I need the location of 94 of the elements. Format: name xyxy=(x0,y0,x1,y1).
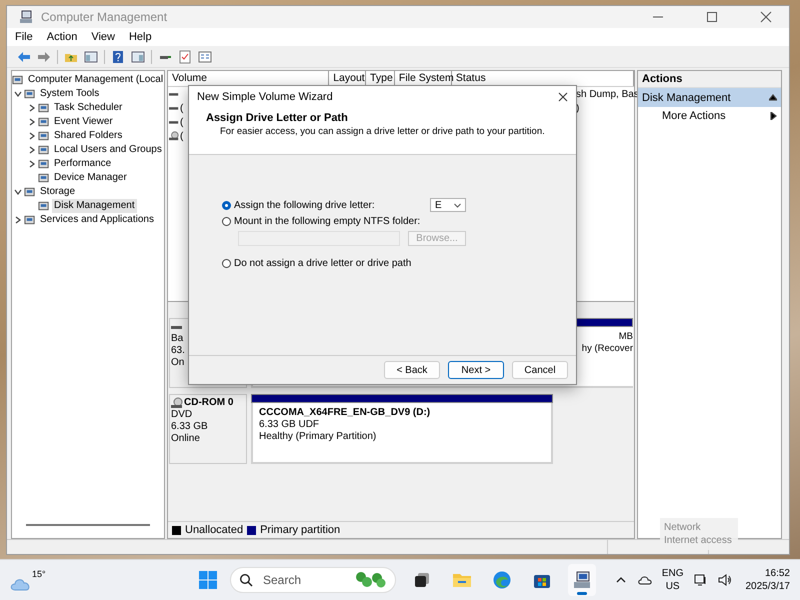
option-label[interactable]: Mount in the following empty NTFS folder: xyxy=(234,216,420,226)
actions-header: Actions xyxy=(638,71,781,88)
collapse-arrow-icon[interactable] xyxy=(769,94,777,102)
console-icon xyxy=(24,186,36,198)
action-item[interactable]: More Actions xyxy=(638,107,781,125)
panel-icon[interactable] xyxy=(84,50,98,64)
menu-item[interactable]: View xyxy=(91,31,115,43)
menu-item[interactable]: Help xyxy=(128,31,152,43)
temperature: 15° xyxy=(32,569,46,580)
chevron-right-icon[interactable] xyxy=(28,104,36,112)
tree-item[interactable]: Computer Management (Local xyxy=(26,73,166,87)
disk-name: CD-ROM 0 xyxy=(184,397,234,409)
taskbar-app[interactable] xyxy=(568,564,596,596)
submenu-arrow-icon[interactable] xyxy=(769,112,777,120)
chevron-right-icon[interactable] xyxy=(28,132,36,140)
console-icon xyxy=(38,130,50,142)
radio-button[interactable] xyxy=(222,216,231,226)
disk-detail: Online xyxy=(171,433,201,445)
console-icon xyxy=(38,172,50,184)
disk-detail: On xyxy=(171,357,186,369)
search-field[interactable]: Search xyxy=(230,567,396,594)
panel-icon[interactable] xyxy=(131,50,145,64)
console-icon xyxy=(38,200,50,212)
clover-icon xyxy=(353,570,387,590)
properties-icon[interactable] xyxy=(198,50,212,64)
console-icon xyxy=(12,74,24,86)
console-icon xyxy=(24,88,36,100)
checklist-icon[interactable] xyxy=(178,50,192,64)
windows-logo-icon[interactable] xyxy=(198,570,218,590)
radio-button[interactable] xyxy=(222,200,231,210)
close-icon[interactable] xyxy=(558,92,568,102)
disk-detail: Ba xyxy=(171,333,184,345)
tree-item[interactable]: Performance xyxy=(52,157,114,171)
dialog-heading: Assign Drive Letter or Path xyxy=(206,112,349,124)
network-tooltip: Network Internet access xyxy=(660,518,738,550)
back-arrow-icon[interactable] xyxy=(17,50,31,64)
help-icon[interactable] xyxy=(111,50,125,64)
network-icon[interactable] xyxy=(694,573,708,588)
browser-icon[interactable] xyxy=(492,570,512,590)
tree-item[interactable]: Storage xyxy=(38,185,78,199)
legend-label: Unallocated xyxy=(185,524,244,536)
clock[interactable]: 16:52 2025/3/17 xyxy=(746,567,790,594)
console-icon xyxy=(38,116,50,128)
disk-detail: 6.33 GB xyxy=(171,421,209,433)
disc-drive-icon xyxy=(169,131,179,141)
console-icon xyxy=(38,158,50,170)
tree-item[interactable]: Local Users and Groups xyxy=(52,143,164,157)
chevron-right-icon[interactable] xyxy=(28,146,36,154)
search-input[interactable]: Search xyxy=(261,572,345,588)
drive-letter-dropdown[interactable]: E xyxy=(430,198,466,212)
dialog-title: New Simple Volume Wizard xyxy=(197,91,333,103)
partition-box[interactable]: CCCOMA_X64FRE_EN-GB_DV9 (D:) 6.33 GB UDF Healthy (Primary Partition) xyxy=(251,403,553,464)
search-icon xyxy=(239,573,253,588)
tree-item[interactable]: System Tools xyxy=(38,87,102,101)
table-cell: ( xyxy=(180,102,184,114)
option-label[interactable]: Do not assign a drive letter or drive path xyxy=(234,258,412,268)
legend-label: Primary partition xyxy=(260,524,340,536)
console-icon xyxy=(24,214,36,226)
tree-item[interactable]: Task Scheduler xyxy=(52,101,124,115)
actions-section[interactable]: Disk Management xyxy=(638,88,781,107)
menu-item[interactable]: File xyxy=(15,31,33,43)
chevron-down-icon[interactable] xyxy=(14,188,22,196)
option-label[interactable]: Assign the following drive letter: xyxy=(234,200,424,210)
maximize-icon[interactable] xyxy=(705,10,719,24)
tree-item[interactable]: Device Manager xyxy=(52,171,129,185)
chevron-down-icon xyxy=(454,202,461,208)
chevron-right-icon[interactable] xyxy=(28,160,36,168)
active-indicator xyxy=(577,592,587,596)
window-title: Computer Management xyxy=(41,10,168,24)
close-icon[interactable] xyxy=(759,10,773,24)
language-indicator[interactable]: ENG US xyxy=(662,567,684,594)
tree-item[interactable]: Disk Management xyxy=(52,199,137,213)
console-icon xyxy=(38,102,50,114)
table-cell: ( xyxy=(180,116,184,128)
dialog-button[interactable]: Next > xyxy=(448,361,504,379)
tree-item[interactable]: Shared Folders xyxy=(52,129,124,143)
tree-item[interactable]: Services and Applications xyxy=(38,213,156,227)
disk-detail: DVD xyxy=(171,409,194,421)
computer-management-icon[interactable] xyxy=(572,570,592,590)
chevron-right-icon[interactable] xyxy=(14,216,22,224)
dialog-button[interactable]: < Back xyxy=(384,361,440,379)
dialog-subtitle: For easier access, you can assign a drive letter or drive path to your partition. xyxy=(220,126,545,137)
chevron-down-icon[interactable] xyxy=(14,90,22,98)
console-icon xyxy=(38,144,50,156)
table-cell: ( xyxy=(180,130,184,142)
chevron-right-icon[interactable] xyxy=(28,118,36,126)
dialog-button[interactable]: Cancel xyxy=(512,361,568,379)
speaker-icon[interactable] xyxy=(718,573,732,588)
menu-item[interactable]: Action xyxy=(46,31,78,43)
radio-button[interactable] xyxy=(222,258,231,268)
tree-item[interactable]: Event Viewer xyxy=(52,115,115,129)
disk-detail: 63. xyxy=(171,345,186,357)
computer-management-icon xyxy=(19,10,33,24)
forward-arrow-icon[interactable] xyxy=(37,50,51,64)
